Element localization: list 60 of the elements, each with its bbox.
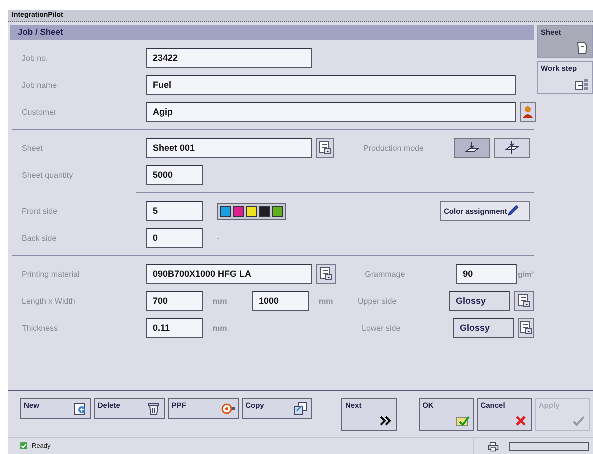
input-field[interactable]: 0 bbox=[146, 228, 203, 248]
field-label: Thickness bbox=[21, 324, 60, 332]
list-icon bbox=[517, 294, 531, 308]
new-document-icon bbox=[72, 402, 87, 416]
input-field[interactable]: Glossy bbox=[453, 318, 514, 338]
target-icon bbox=[220, 402, 235, 416]
sheet-flip-icon bbox=[505, 141, 520, 155]
input-field[interactable]: Sheet 001 bbox=[146, 138, 312, 158]
input-field[interactable]: 700 bbox=[146, 291, 203, 311]
check-icon bbox=[572, 414, 586, 428]
field-label: Upper side bbox=[358, 296, 398, 306]
printer-icon bbox=[488, 440, 499, 452]
workflow-icon bbox=[575, 77, 589, 91]
sheet-icon bbox=[575, 41, 589, 55]
sheet-down-icon bbox=[465, 141, 480, 155]
pen-icon bbox=[507, 205, 520, 217]
field-label: Production mode bbox=[362, 144, 425, 152]
input-field[interactable]: Agip bbox=[146, 102, 516, 122]
input-field[interactable]: 090B700X1000 HFG LA bbox=[146, 264, 312, 284]
field-label: Length x Width bbox=[21, 296, 76, 306]
field-label: Grammage bbox=[364, 270, 406, 278]
check-icon bbox=[456, 414, 470, 428]
field-label: Sheet bbox=[21, 144, 44, 152]
input-field[interactable]: 23422 bbox=[146, 48, 312, 68]
unit-label: mm bbox=[212, 296, 228, 306]
list-button[interactable] bbox=[316, 138, 334, 158]
list-button[interactable] bbox=[316, 264, 336, 284]
list-button[interactable] bbox=[518, 318, 534, 338]
field-label: Front side bbox=[21, 206, 59, 216]
trash-icon bbox=[146, 402, 161, 416]
field-label: Sheet quantity bbox=[21, 170, 74, 180]
copy-icon bbox=[294, 402, 308, 416]
input-field[interactable]: 5000 bbox=[146, 165, 203, 185]
double-chevron-icon bbox=[378, 414, 393, 428]
unit-label: mm bbox=[212, 324, 228, 332]
section-header: Job / Sheet bbox=[10, 25, 534, 40]
dot-mark: · bbox=[217, 234, 220, 242]
list-icon bbox=[318, 141, 332, 155]
field-label: Job no. bbox=[21, 54, 50, 62]
field-label: Lower side bbox=[362, 324, 402, 332]
production-mode-button[interactable] bbox=[494, 138, 530, 158]
list-button[interactable] bbox=[514, 291, 534, 311]
close-icon bbox=[514, 414, 528, 428]
input-field[interactable]: 5 bbox=[146, 201, 203, 221]
production-mode-button[interactable] bbox=[454, 138, 490, 158]
field-label: Printing material bbox=[21, 270, 81, 278]
field-label: Job name bbox=[21, 80, 58, 90]
list-icon bbox=[319, 267, 334, 281]
input-field[interactable]: 1000 bbox=[252, 291, 309, 311]
unit-label: mm bbox=[318, 296, 334, 306]
input-field[interactable]: Glossy bbox=[449, 291, 510, 311]
input-field[interactable]: Fuel bbox=[146, 75, 516, 95]
input-field[interactable]: 0.11 bbox=[146, 318, 203, 338]
field-label: Customer bbox=[21, 108, 58, 116]
check-icon bbox=[20, 442, 28, 450]
contact-button[interactable] bbox=[520, 102, 536, 122]
person-icon bbox=[521, 105, 535, 119]
field-label: Back side bbox=[21, 234, 58, 242]
input-field[interactable]: 90 bbox=[456, 264, 518, 284]
list-icon bbox=[519, 321, 533, 335]
